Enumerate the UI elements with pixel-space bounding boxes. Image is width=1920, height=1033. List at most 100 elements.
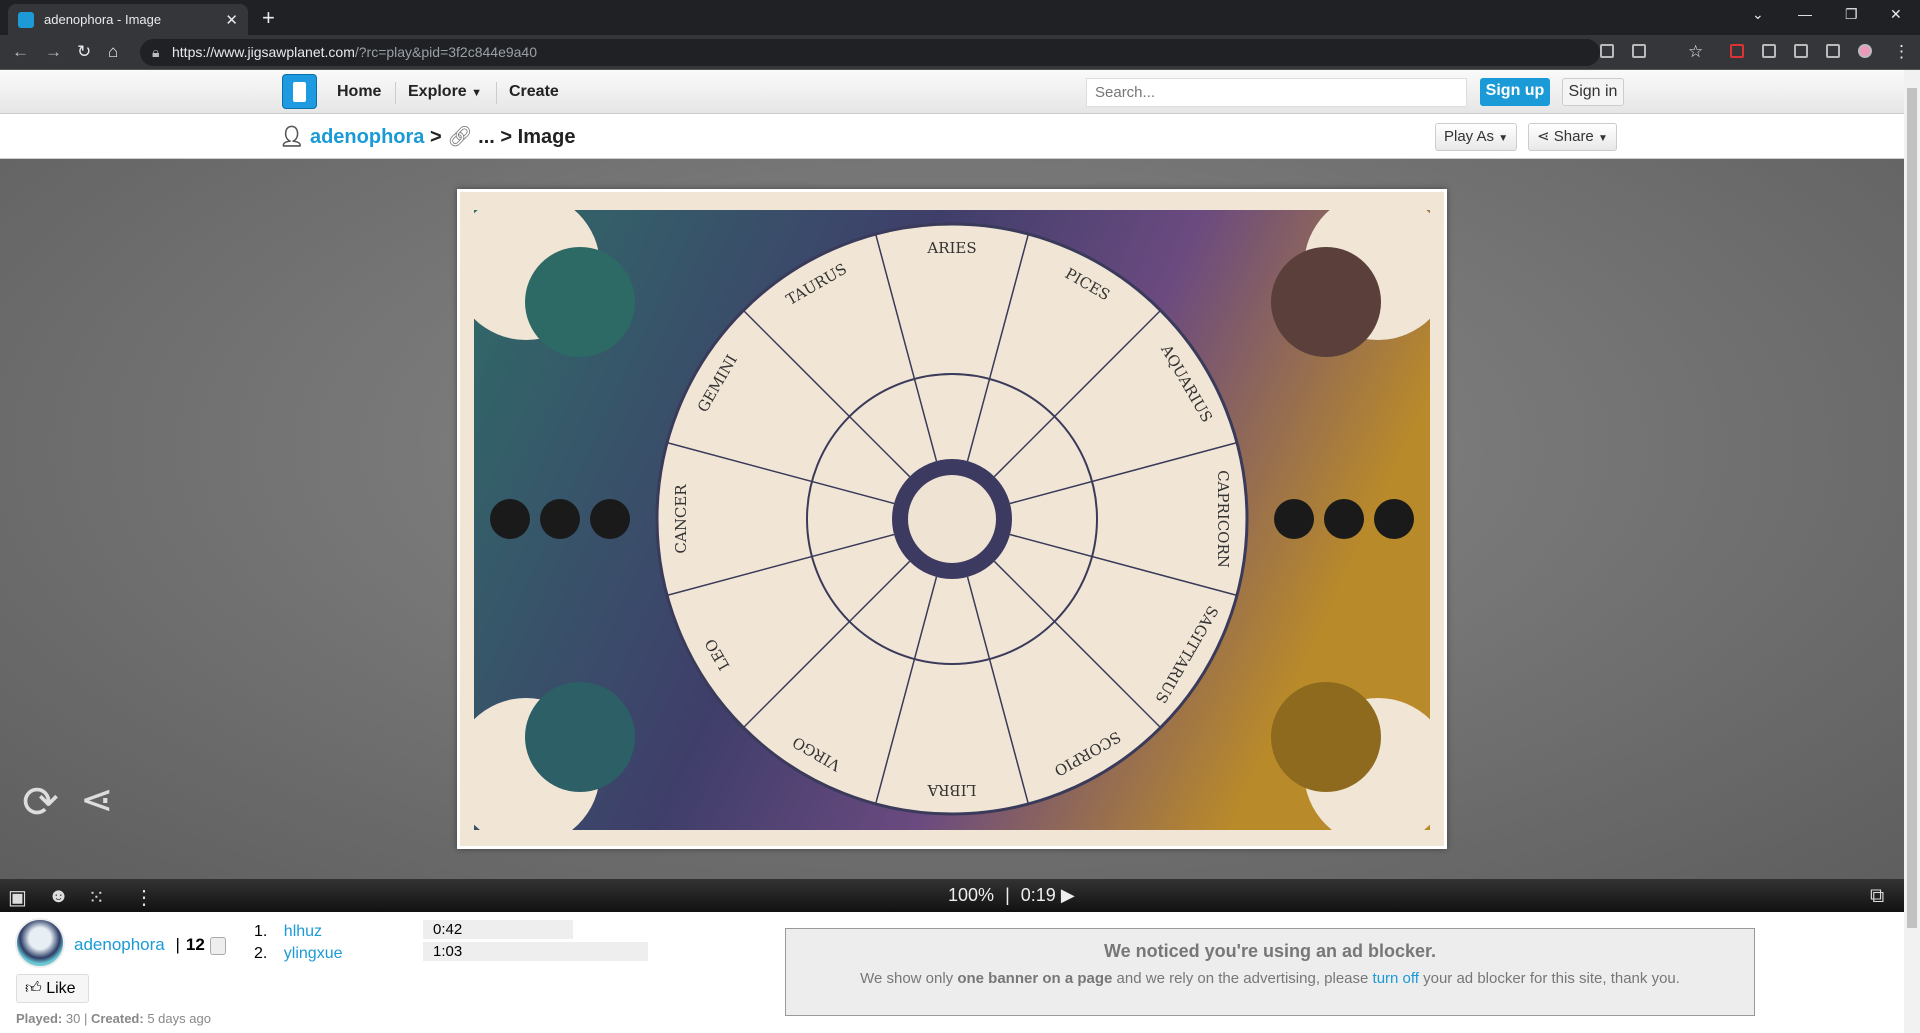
jigsawplanet-logo[interactable]: [282, 74, 317, 109]
profile-avatar[interactable]: [1858, 44, 1872, 58]
side-panel-icon[interactable]: [1826, 44, 1840, 58]
translate-icon[interactable]: [1600, 44, 1614, 58]
puzzle-toolbar: ▣ ☻ ⁙ ⋮ 100% | 0:19 ▶ ⧉: [0, 879, 1904, 912]
bookmark-star-icon[interactable]: ☆: [1688, 42, 1703, 62]
rank: 1.: [254, 923, 268, 940]
share-icon: ⋖: [1537, 128, 1550, 145]
played-count: 30: [65, 1011, 81, 1026]
ghost-image-icon[interactable]: ☻: [48, 885, 69, 908]
url-path: /?rc=play&pid=3f2c844e9a40: [354, 44, 538, 60]
share-puzzle-icon[interactable]: ⋖: [80, 777, 114, 823]
created-date: 5 days ago: [147, 1011, 211, 1026]
leaderboard-row: 1. hlhuz: [254, 921, 343, 943]
close-window-button[interactable]: ✕: [1890, 6, 1902, 23]
search-input[interactable]: [1086, 78, 1467, 107]
sign-up-button[interactable]: Sign up: [1480, 78, 1550, 106]
share-label: Share: [1553, 128, 1594, 145]
caret-down-icon: ▼: [1597, 133, 1608, 144]
link-icon[interactable]: 🔗︎: [447, 126, 472, 148]
played-label: Played:: [16, 1011, 63, 1026]
nav-create[interactable]: Create: [509, 70, 559, 114]
created-label: Created:: [90, 1011, 144, 1026]
divider: [496, 82, 497, 104]
zodiac-artwork: ARIESPICESAQUARIUSCAPRICORNSAGITTARIUSSC…: [452, 192, 1452, 846]
nav-explore[interactable]: Explore ▼: [408, 70, 482, 114]
play-icon[interactable]: ▶: [1061, 885, 1075, 905]
score-time: 1:03: [423, 942, 648, 961]
text: We show only: [860, 970, 958, 987]
leaderboard-row: 2. ylingxue: [254, 943, 343, 965]
back-icon[interactable]: ←: [12, 42, 29, 62]
url-host: https://www.jigsawplanet.com: [172, 44, 355, 60]
tab-title: adenophora - Image: [44, 12, 162, 27]
zoom-level: 100%: [948, 885, 995, 905]
caret-down-icon: ▼: [471, 87, 483, 99]
tab-search-icon[interactable]: ⌄: [1752, 6, 1764, 23]
preview-image-icon[interactable]: ▣: [8, 885, 27, 910]
like-button[interactable]: 👍︎ Like: [16, 974, 89, 1003]
forward-icon[interactable]: →: [45, 42, 62, 62]
author-row: adenophora | 12: [74, 935, 226, 955]
shuffle-icon[interactable]: ⟳: [22, 777, 59, 828]
new-tab-button[interactable]: +: [262, 5, 275, 31]
zodiac-label: CANCER: [672, 484, 690, 554]
scrollbar-thumb[interactable]: [1907, 88, 1917, 928]
close-tab-icon[interactable]: ✕: [225, 11, 238, 29]
piece-icon: [209, 936, 226, 955]
nav-home[interactable]: Home: [337, 70, 381, 114]
address-bar-row: ← → ↻ ⌂ 🔒︎ https://www.jigsawplanet.com/?…: [0, 35, 1920, 70]
adblock-extension-icon[interactable]: [1730, 44, 1744, 58]
zodiac-label: ARIES: [926, 239, 976, 257]
lock-icon: 🔒︎: [152, 44, 160, 60]
puzzle-info: adenophora | 12 👍︎ Like Played: 30 | Crea…: [0, 912, 1904, 1033]
player-link[interactable]: ylingxue: [284, 945, 343, 962]
turn-off-link[interactable]: turn off: [1373, 970, 1419, 987]
site-header: Home Explore ▼ Create Sign up Sign in: [0, 70, 1904, 114]
sign-in-button[interactable]: Sign in: [1562, 78, 1624, 106]
nav-explore-label: Explore: [408, 83, 467, 100]
like-label: Like: [46, 980, 76, 997]
browser-tab-bar: adenophora - Image ✕ + ⌄ — ❐ ✕: [0, 0, 1920, 35]
timer: 0:19: [1020, 885, 1056, 905]
share-page-icon[interactable]: [1632, 44, 1646, 58]
adblock-message: We show only one banner on a page and we…: [786, 970, 1754, 987]
adblock-notice: We noticed you're using an ad blocker. W…: [785, 928, 1755, 1016]
breadcrumb-bar: 👤︎ adenophora > 🔗︎ ... > Image Play As ▼…: [0, 114, 1904, 159]
browser-tab[interactable]: adenophora - Image ✕: [8, 4, 248, 35]
extensions-icon[interactable]: [1762, 44, 1776, 58]
page-scrollbar[interactable]: [1904, 70, 1920, 1033]
arrange-pieces-icon[interactable]: ⁙: [88, 885, 105, 910]
status-readout: 100% | 0:19 ▶: [948, 885, 1075, 906]
zodiac-label: LIBRA: [927, 781, 976, 799]
text: your ad blocker for this site, thank you…: [1418, 970, 1680, 987]
jigsaw-favicon-icon: [18, 11, 34, 28]
play-as-label: Play As: [1444, 128, 1495, 145]
url-input[interactable]: 🔒︎ https://www.jigsawplanet.com/?rc=play&…: [140, 39, 1600, 66]
home-icon[interactable]: ⌂: [108, 42, 118, 62]
thumbs-up-icon: 👍︎: [25, 980, 42, 997]
more-options-icon[interactable]: ⋮: [134, 885, 154, 910]
player-link[interactable]: hlhuz: [284, 923, 322, 940]
share-dropdown[interactable]: ⋖ Share ▼: [1528, 123, 1617, 151]
play-as-dropdown[interactable]: Play As ▼: [1435, 123, 1518, 151]
author-link[interactable]: adenophora: [74, 935, 165, 954]
reading-list-icon[interactable]: [1794, 44, 1808, 58]
restore-button[interactable]: ❐: [1845, 6, 1858, 23]
text-bold: one banner on a page: [957, 970, 1113, 987]
reload-icon[interactable]: ↻: [77, 42, 91, 62]
puzzle-play-area[interactable]: ARIES PICES AQUARIUS CAPRICORN SAGITTARIUS SC…: [0, 159, 1904, 879]
avatar[interactable]: [15, 918, 65, 968]
divider: |: [1005, 885, 1010, 905]
text: and we rely on the advertising, please: [1112, 970, 1373, 987]
fullscreen-icon[interactable]: ⧉: [1870, 885, 1884, 908]
puzzle-image[interactable]: ARIES PICES AQUARIUS CAPRICORN SAGITTARIUS SC…: [452, 189, 1452, 849]
rank: 2.: [254, 945, 268, 962]
breadcrumb-separator: >: [429, 126, 442, 148]
browser-menu-icon[interactable]: ⋮: [1893, 42, 1910, 62]
stats-line: Played: 30 | Created: 5 days ago: [16, 1011, 211, 1026]
breadcrumb-ellipsis[interactable]: ...: [478, 126, 495, 148]
caret-down-icon: ▼: [1498, 133, 1509, 144]
breadcrumb-current: Image: [517, 126, 576, 148]
breadcrumb-user-link[interactable]: adenophora: [310, 126, 424, 148]
minimize-button[interactable]: —: [1798, 6, 1812, 22]
